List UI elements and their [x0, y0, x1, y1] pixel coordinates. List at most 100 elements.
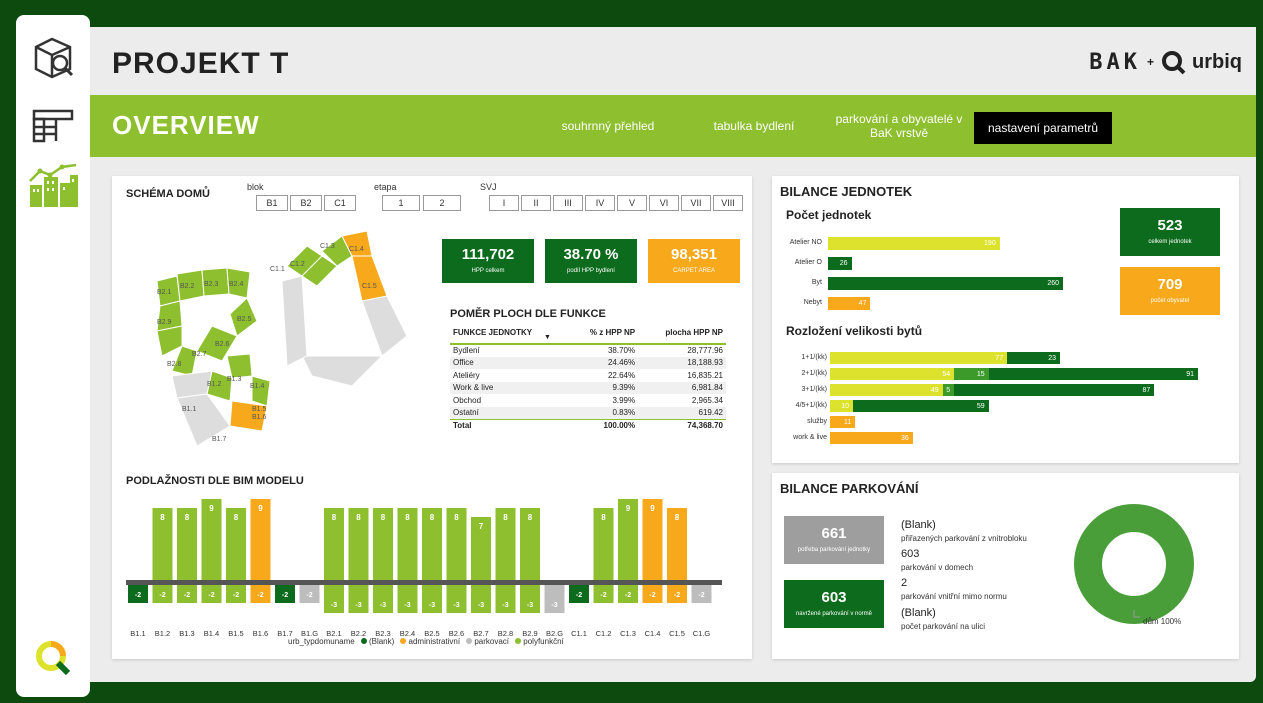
floor-bar-below-label: -3	[404, 602, 410, 609]
svj-vii[interactable]: VII	[681, 195, 711, 211]
size-bar-segment[interactable]: 91	[988, 368, 1198, 380]
units-title: BILANCE JEDNOTEK	[780, 184, 913, 199]
bak-logo: BAK	[1089, 49, 1141, 75]
header: PROJEKT T BAK + urbiq	[90, 27, 1256, 95]
ratio-col-pct[interactable]: % z HPP NP	[567, 322, 639, 345]
parking-proposed-value: 603	[821, 589, 847, 606]
blok-c1[interactable]: C1	[324, 195, 356, 211]
sort-arrow-icon[interactable]: ▼	[544, 334, 551, 341]
size-bar-segment[interactable]: 59	[853, 400, 989, 412]
ratio-row[interactable]: Office 24.46% 18,188.93	[450, 356, 726, 369]
3d-model-search-icon[interactable]	[30, 35, 76, 81]
etapa-1[interactable]: 1	[382, 195, 420, 211]
kpi-podil-hpp-value: 38.70 %	[563, 246, 619, 263]
parking-item-4-label: počet parkování na ulici	[901, 622, 986, 631]
size-bar-segment[interactable]: 11	[830, 416, 856, 428]
nav-parkovani-obyvatele[interactable]: parkování a obyvatelé v BaK vrstvě	[830, 95, 968, 157]
svg-text:B1.7: B1.7	[212, 436, 227, 443]
parking-need-box: 661 potřeba parkování jednotky	[784, 516, 884, 564]
floor-category-label: B1.2	[155, 629, 170, 638]
parking-donut-chart[interactable]	[1072, 503, 1202, 635]
floor-bar-below-label: -2	[674, 592, 680, 599]
ratio-row[interactable]: Ateliéry 22.64% 16,835.21	[450, 369, 726, 382]
size-bar-segment[interactable]: 15	[954, 368, 989, 380]
svj-ii[interactable]: II	[521, 195, 551, 211]
size-bar-segment[interactable]: 49	[830, 384, 943, 396]
svg-text:B1.3: B1.3	[227, 376, 242, 383]
residents-value: 709	[1157, 276, 1183, 293]
svg-text:C1.1: C1.1	[270, 266, 285, 273]
floor-category-label: C1.G	[693, 629, 711, 638]
svj-i[interactable]: I	[489, 195, 519, 211]
blok-b2[interactable]: B2	[290, 195, 322, 211]
size-bar-segment[interactable]: 23	[1007, 352, 1060, 364]
floor-bar-above-label: 8	[234, 513, 239, 522]
svj-iv[interactable]: IV	[585, 195, 615, 211]
floor-bar-above-label: 8	[454, 513, 459, 522]
floor-bar-above-label: 8	[356, 513, 361, 522]
size-row-label: 2+1/(kk)	[801, 370, 827, 377]
svj-viii[interactable]: VIII	[713, 195, 743, 211]
floor-bar-below-label: -2	[282, 592, 288, 599]
floor-bar-above-label: 8	[185, 513, 190, 522]
floor-bar-below-label: -2	[306, 592, 312, 599]
floor-category-label: C1.2	[596, 629, 612, 638]
size-bar-segment[interactable]: 77	[830, 352, 1008, 364]
size-bar-segment[interactable]: 36	[830, 432, 913, 444]
count-bar[interactable]: 26	[828, 257, 852, 270]
left-sidebar	[16, 15, 90, 697]
residents-label: počet obyvatel	[1150, 298, 1190, 304]
nav-tabulka-bydleni[interactable]: tabulka bydlení	[698, 95, 810, 157]
floor-bar-below-label: -2	[159, 592, 165, 599]
kpi-hpp-celkem: 111,702 HPP celkem	[442, 239, 534, 283]
legend-item-blank[interactable]: (Blank)	[360, 637, 394, 646]
ratio-row[interactable]: Ostatní 0.83% 619.42	[450, 406, 726, 419]
svg-text:B2.2: B2.2	[180, 283, 195, 290]
floors-bar-chart[interactable]: -2 B1.1 8 -2 B1.2 8 -2 B1.3 9 -2 B1.4 8 -2 B1.5 9 -2 B1.…	[122, 494, 742, 644]
svg-text:C1.5: C1.5	[362, 283, 377, 290]
ratio-cell: 38.70%	[607, 346, 636, 356]
size-bar-segment[interactable]: 10	[830, 400, 853, 412]
ratio-col-plocha[interactable]: plocha HPP NP	[638, 322, 726, 345]
blok-b1[interactable]: B1	[256, 195, 288, 211]
count-row-label: Nebyt	[803, 299, 822, 306]
count-bar[interactable]: 47	[828, 297, 871, 310]
units-total-value: 523	[1157, 217, 1183, 234]
ratio-row[interactable]: Obchod 3.99% 2,965.34	[450, 394, 726, 407]
donut-slice-dum[interactable]	[1074, 504, 1194, 624]
size-row-label: služby	[807, 418, 827, 425]
size-bar-segment[interactable]: 54	[830, 368, 955, 380]
legend-item-admin[interactable]: administrativní	[400, 637, 460, 646]
building-schema-map[interactable]: C1.1 C1.2 C1.3 C1.4 C1.5 B2.1 B2.2 B2.3 B2.4 B…	[152, 226, 412, 446]
floor-bar-below-label: -3	[380, 602, 386, 609]
units-card: BILANCE JEDNOTEK Počet jednotek Atelier …	[772, 176, 1239, 463]
size-bar-segment[interactable]: 5	[942, 384, 955, 396]
legend-item-park[interactable]: parkovací	[466, 637, 509, 646]
svg-text:C1.3: C1.3	[320, 243, 335, 250]
ratio-row[interactable]: Bydlení 38.70% 28,777.96	[450, 344, 726, 357]
legend-item-poly[interactable]: polyfunkční	[515, 637, 564, 646]
svg-text:B2.6: B2.6	[215, 341, 230, 348]
floor-bar-above-label: 8	[430, 513, 435, 522]
count-bar[interactable]: 190	[828, 237, 1000, 250]
floor-bar-above-label: 8	[601, 513, 606, 522]
city-growth-icon[interactable]	[26, 163, 80, 209]
parking-need-value: 661	[821, 525, 847, 542]
floor-bar-below-label: -3	[453, 602, 459, 609]
svg-text:B2.9: B2.9	[157, 319, 172, 326]
ratio-cell: Work & live	[453, 383, 494, 393]
table-icon[interactable]	[30, 103, 76, 149]
svg-text:B1.2: B1.2	[207, 381, 222, 388]
floor-bar-below-label: -3	[551, 602, 557, 609]
ratio-row[interactable]: Work & live 9.39% 6,981.84	[450, 381, 726, 394]
floors-legend: urb_typdomuname (Blank) administrativní …	[288, 637, 564, 646]
svj-vi[interactable]: VI	[649, 195, 679, 211]
nav-souhrnny-prehled[interactable]: souhrnný přehled	[552, 95, 664, 157]
size-bar-segment[interactable]: 87	[954, 384, 1155, 396]
count-bar[interactable]: 260	[828, 277, 1063, 290]
nav-nastaveni-parametru[interactable]: nastavení parametrů	[974, 112, 1112, 144]
etapa-2[interactable]: 2	[423, 195, 461, 211]
floor-bar-below-label: -2	[649, 592, 655, 599]
svj-v[interactable]: V	[617, 195, 647, 211]
svj-iii[interactable]: III	[553, 195, 583, 211]
